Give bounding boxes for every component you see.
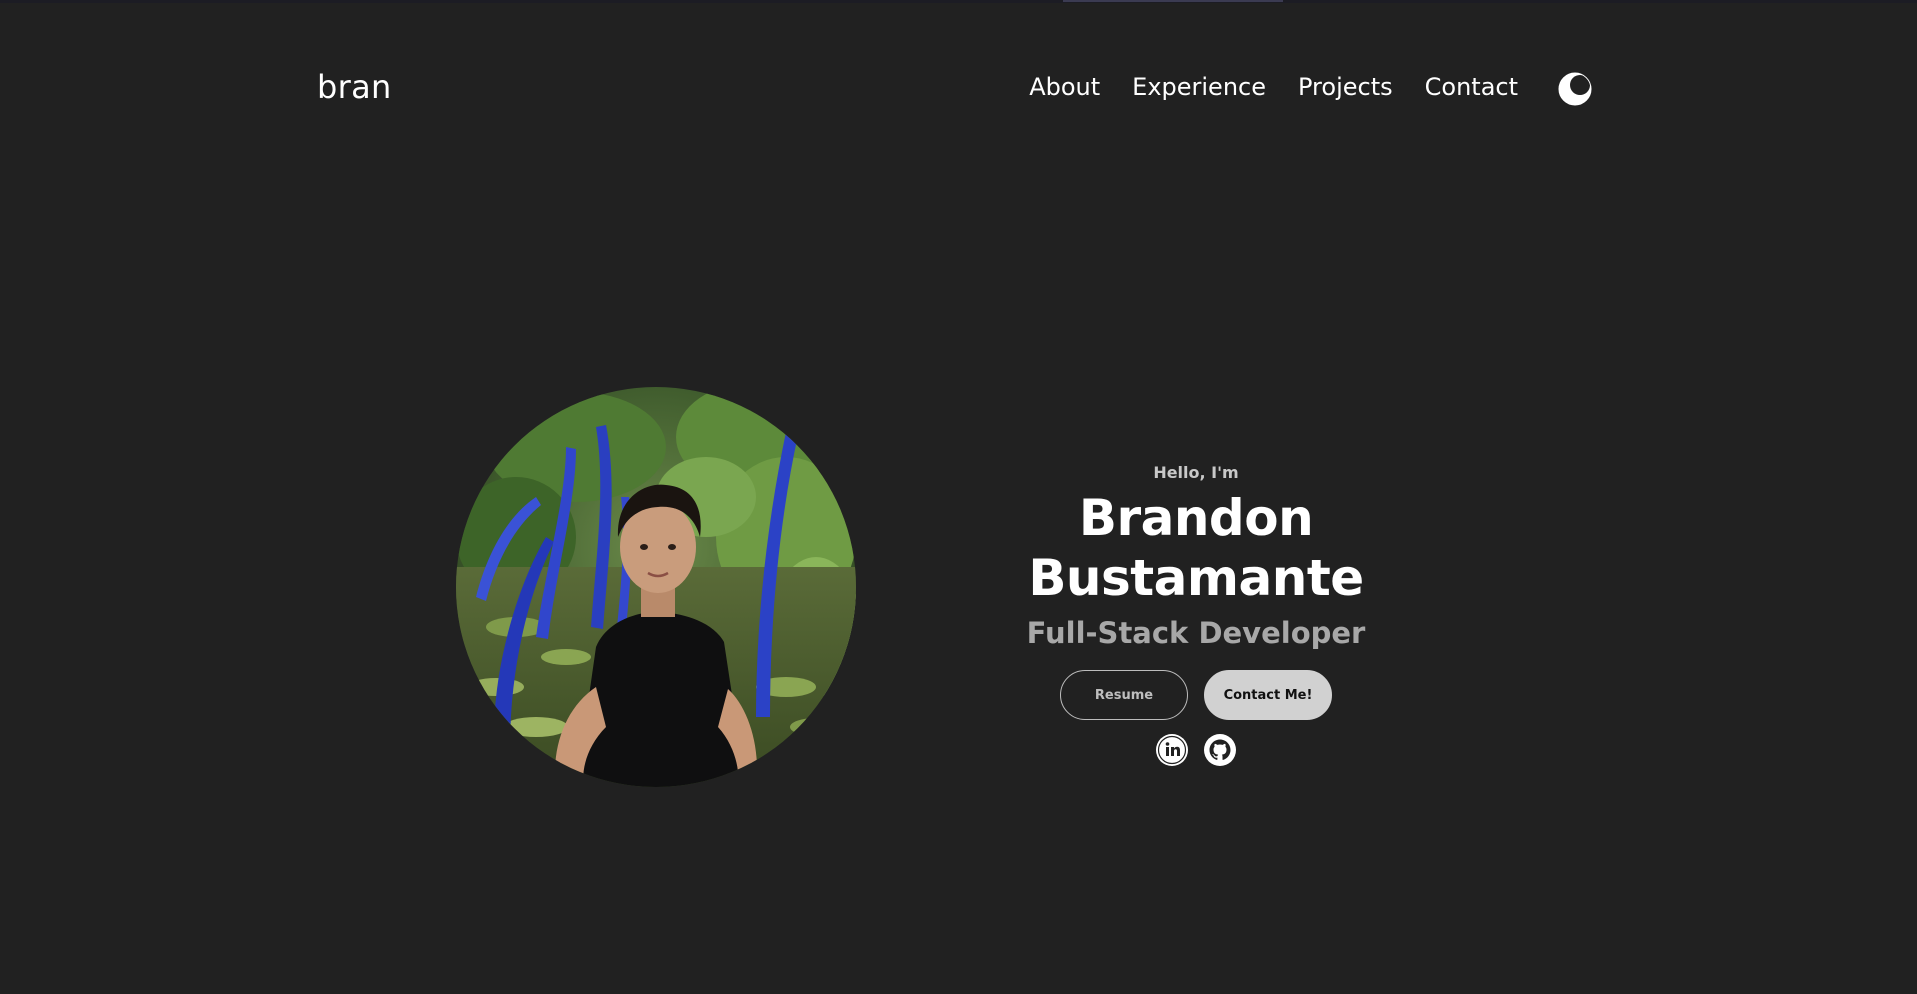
intro-block: Hello, I'm Brandon Bustamante Full-Stack… — [926, 463, 1466, 766]
profile-photo-illustration — [456, 387, 856, 787]
hero-buttons: Resume Contact Me! — [926, 670, 1466, 720]
nav-link-contact[interactable]: Contact — [1425, 73, 1518, 101]
nav-item-about: About — [1029, 73, 1100, 101]
nav-link-about[interactable]: About — [1029, 73, 1100, 101]
nav-link-experience[interactable]: Experience — [1132, 73, 1266, 101]
github-icon[interactable] — [1204, 734, 1236, 766]
greeting-text: Hello, I'm — [1153, 463, 1239, 482]
top-nav: bran About Experience Projects Contact — [317, 64, 1592, 114]
hero-section: Hello, I'm Brandon Bustamante Full-Stack… — [456, 387, 1466, 787]
moon-icon — [1558, 72, 1592, 106]
nav-item-projects: Projects — [1298, 73, 1393, 101]
site-logo[interactable]: bran — [317, 68, 392, 106]
resume-button[interactable]: Resume — [1060, 670, 1188, 720]
nav-link-projects[interactable]: Projects — [1298, 73, 1393, 101]
profile-photo — [456, 387, 856, 787]
scroll-indicator — [0, 0, 1917, 3]
social-links — [926, 734, 1466, 766]
theme-toggle-button[interactable] — [1558, 72, 1592, 106]
scroll-indicator-thumb — [1063, 0, 1283, 2]
linkedin-icon[interactable] — [1156, 734, 1188, 766]
nav-item-contact: Contact — [1425, 73, 1518, 101]
role-subtitle: Full-Stack Developer — [1026, 616, 1366, 650]
contact-me-button[interactable]: Contact Me! — [1204, 670, 1332, 720]
page-title: Brandon Bustamante — [1028, 489, 1364, 607]
nav-item-experience: Experience — [1132, 73, 1266, 101]
nav-links: About Experience Projects Contact — [1029, 73, 1518, 101]
